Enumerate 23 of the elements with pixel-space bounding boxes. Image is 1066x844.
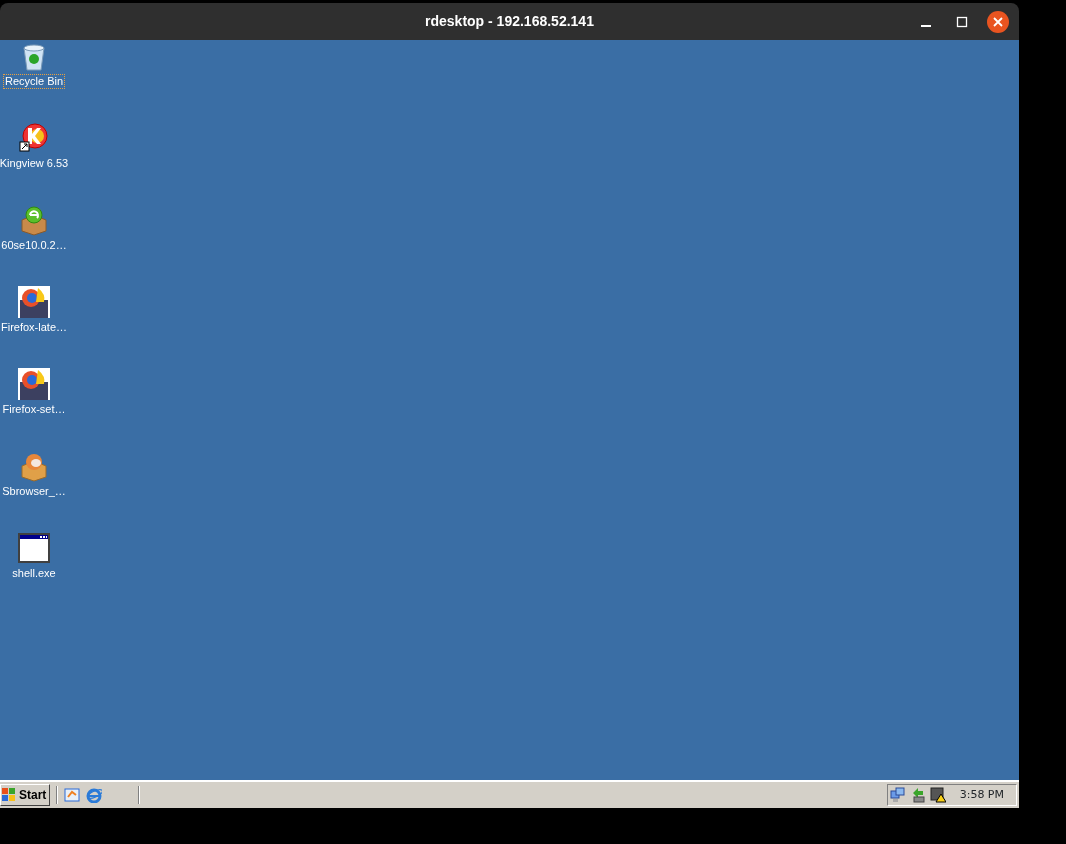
desktop-icon-label[interactable]: 60se10.0.2… (0, 239, 68, 252)
windows-logo-icon (1, 787, 17, 803)
network-computers-icon[interactable] (889, 787, 906, 803)
firefox-package-icon[interactable] (18, 286, 50, 318)
clock[interactable]: 3:58 PM (959, 786, 1004, 804)
minimize-icon (921, 24, 931, 27)
close-button[interactable] (987, 10, 1009, 33)
firefox-package-icon[interactable] (18, 368, 50, 400)
vm-warning-icon[interactable] (929, 787, 946, 803)
desktop-icon-label[interactable]: Recycle Bin (3, 75, 65, 88)
maximize-icon (956, 15, 968, 28)
desktop-icon-label[interactable]: Firefox-set… (1, 403, 67, 416)
close-icon (993, 16, 1003, 27)
start-button[interactable]: Start (0, 784, 51, 806)
desktop-icon-label[interactable]: Kingview 6.53 (0, 157, 70, 170)
desktop-icon-label[interactable]: shell.exe (11, 567, 57, 580)
desktop-icon-label[interactable]: Firefox-late… (0, 321, 68, 334)
package-icon[interactable] (18, 204, 50, 236)
browser-e-icon[interactable] (86, 787, 103, 803)
k-logo-icon[interactable] (18, 122, 50, 154)
desktop-icon-label[interactable]: Sbrowser_… (1, 485, 67, 498)
window-icon[interactable] (18, 532, 50, 564)
window-title: rdesktop - 192.168.52.141 (425, 12, 594, 31)
